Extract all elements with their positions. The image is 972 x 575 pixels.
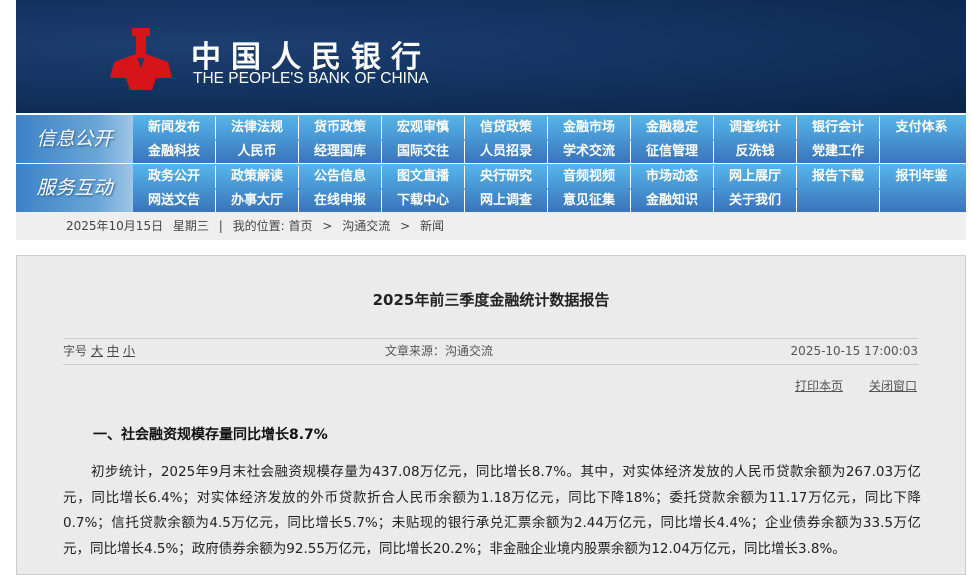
- print-page-link[interactable]: 打印本页: [795, 379, 843, 393]
- nav-item[interactable]: 国际交往: [382, 139, 465, 163]
- nav-item[interactable]: 意见征集: [548, 188, 631, 212]
- breadcrumb-communication[interactable]: 沟通交流: [342, 219, 390, 233]
- breadcrumb-sep: >: [322, 219, 333, 233]
- nav-item[interactable]: 办事大厅: [216, 188, 299, 212]
- close-window-link[interactable]: 关闭窗口: [869, 379, 917, 393]
- location-label: 我的位置:: [232, 219, 285, 233]
- nav-item[interactable]: 金融知识: [631, 188, 714, 212]
- nav-item[interactable]: 图文直播: [382, 164, 465, 188]
- nav-item[interactable]: 学术交流: [548, 139, 631, 163]
- weekday: 星期三: [172, 219, 209, 233]
- nav-item[interactable]: 新闻发布: [133, 115, 216, 139]
- article-datetime: 2025-10-15 17:00:03: [790, 344, 918, 358]
- nav-item[interactable]: 金融市场: [548, 115, 631, 139]
- article: 2025年前三季度金融统计数据报告 字号大中小 文章来源：沟通交流 2025-1…: [16, 255, 966, 575]
- nav-empty-cell: [880, 188, 963, 212]
- nav-item[interactable]: 调查统计: [714, 115, 797, 139]
- font-size-medium[interactable]: 中: [107, 344, 119, 358]
- separator: |: [218, 219, 223, 233]
- nav-service-interaction: 服务互动 政务公开 政策解读 公告信息 图文直播 央行研究 音频视频 市场动态 网上展厅 报告下…: [16, 164, 966, 212]
- nav-info-disclosure: 信息公开 新闻发布 法律法规 货币政策 宏观审慎 信贷政策 金融市场 金融稳定 调查统计 银行会…: [16, 115, 966, 163]
- nav-item[interactable]: 金融科技: [133, 139, 216, 163]
- nav-item[interactable]: 音频视频: [548, 164, 631, 188]
- nav-item[interactable]: 网上调查: [465, 188, 548, 212]
- nav-empty-cell: [880, 139, 963, 163]
- article-title: 2025年前三季度金融统计数据报告: [372, 291, 610, 309]
- nav-section-label: 服务互动: [16, 164, 133, 212]
- nav-item[interactable]: 报告下载: [797, 164, 880, 188]
- date: 2025年10月15日: [66, 219, 164, 233]
- nav-item[interactable]: 金融稳定: [631, 115, 714, 139]
- header-banner: 中国人民银行 THE PEOPLE'S BANK OF CHINA: [16, 0, 966, 113]
- section-heading: 一、社会融资规模存量同比增长8.7%: [93, 427, 328, 443]
- nav-item[interactable]: 网送文告: [133, 188, 216, 212]
- nav-item[interactable]: 宏观审慎: [382, 115, 465, 139]
- nav-item[interactable]: 网上展厅: [714, 164, 797, 188]
- breadcrumb: 2025年10月15日 星期三 | 我的位置: 首页 > 沟通交流 > 新闻: [16, 212, 966, 240]
- nav-item[interactable]: 报刊年鉴: [880, 164, 963, 188]
- font-size-label: 字号: [63, 344, 88, 358]
- font-size-small[interactable]: 小: [123, 344, 135, 358]
- nav-empty-cell: [797, 188, 880, 212]
- article-source: 文章来源：沟通交流: [385, 344, 494, 358]
- breadcrumb-home[interactable]: 首页: [289, 219, 313, 233]
- nav-item[interactable]: 信贷政策: [465, 115, 548, 139]
- nav-item[interactable]: 在线申报: [299, 188, 382, 212]
- nav-item[interactable]: 征信管理: [631, 139, 714, 163]
- nav-item[interactable]: 公告信息: [299, 164, 382, 188]
- article-meta: 字号大中小 文章来源：沟通交流 2025-10-15 17:00:03: [63, 338, 918, 365]
- nav-item[interactable]: 支付体系: [880, 115, 963, 139]
- pboc-logo-icon: [110, 28, 172, 90]
- nav-item[interactable]: 政策解读: [216, 164, 299, 188]
- nav-item[interactable]: 央行研究: [465, 164, 548, 188]
- nav-item[interactable]: 银行会计: [797, 115, 880, 139]
- nav-item[interactable]: 法律法规: [216, 115, 299, 139]
- logo-english-text: THE PEOPLE'S BANK OF CHINA: [193, 70, 429, 87]
- nav-item[interactable]: 政务公开: [133, 164, 216, 188]
- nav-item[interactable]: 市场动态: [631, 164, 714, 188]
- article-paragraph: 初步统计，2025年9月末社会融资规模存量为437.08万亿元，同比增长8.7%…: [63, 464, 921, 557]
- breadcrumb-sep: >: [400, 219, 411, 233]
- nav-item[interactable]: 下载中心: [382, 188, 465, 212]
- nav-item[interactable]: 党建工作: [797, 139, 880, 163]
- nav-item[interactable]: 货币政策: [299, 115, 382, 139]
- nav-item[interactable]: 关于我们: [714, 188, 797, 212]
- font-size-large[interactable]: 大: [91, 344, 103, 358]
- nav-section-label: 信息公开: [16, 115, 133, 163]
- nav-item[interactable]: 经理国库: [299, 139, 382, 163]
- nav-item[interactable]: 人民币: [216, 139, 299, 163]
- breadcrumb-news[interactable]: 新闻: [420, 219, 444, 233]
- nav-item[interactable]: 反洗钱: [714, 139, 797, 163]
- nav-item[interactable]: 人员招录: [465, 139, 548, 163]
